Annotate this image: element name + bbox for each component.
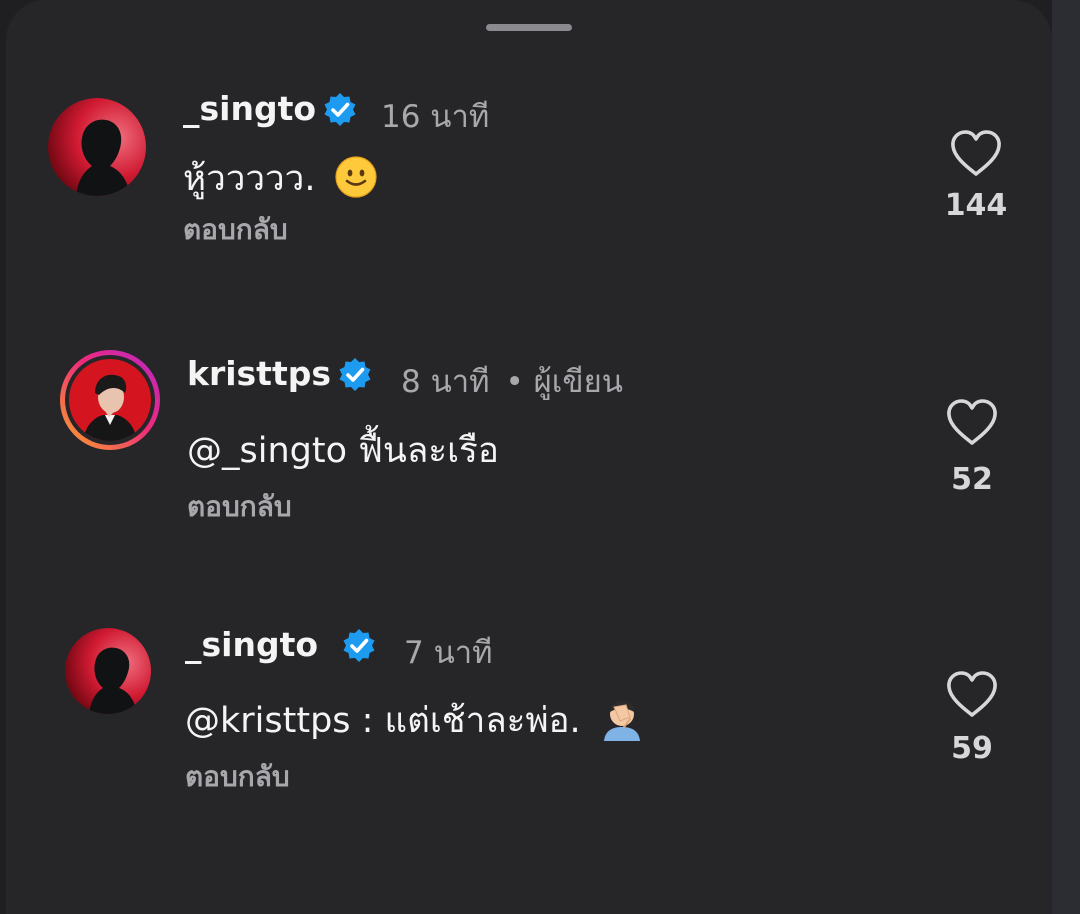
avatar[interactable]	[65, 628, 151, 714]
verified-badge-icon	[343, 629, 375, 662]
comment-body[interactable]: _singto ฟื้นละเรือ	[222, 431, 499, 471]
comment-time: 8 นาที • ผู้เขียน	[401, 356, 623, 406]
reply-button[interactable]: ตอบกลับ	[187, 485, 292, 529]
comment-item: _singto 7 นาที @kristtps : แต่เช้าละพ่อ.…	[0, 0, 1080, 793]
like-count: 59	[951, 731, 993, 766]
comment-time: 7 นาที	[404, 635, 493, 671]
comment-username[interactable]: _singto	[185, 625, 318, 664]
author-tag: • ผู้เขียน	[505, 364, 623, 400]
heart-outline-icon[interactable]	[944, 669, 1000, 719]
comment-body[interactable]: kristtps : แต่เช้าละพ่อ.	[220, 701, 581, 741]
comment-time-value: 8 นาที	[401, 364, 490, 400]
heart-outline-icon[interactable]	[944, 397, 1000, 447]
mention-at-sign: @	[185, 701, 220, 741]
reply-button[interactable]: ตอบกลับ	[183, 208, 288, 252]
comment-text: @_singto ฟื้นละเรือ	[187, 423, 499, 478]
comment-text: @kristtps : แต่เช้าละพ่อ.	[185, 693, 644, 748]
comment-username[interactable]: kristtps	[187, 354, 331, 393]
mention-at-sign: @	[187, 431, 222, 471]
avatar[interactable]	[69, 359, 151, 441]
face-palm-icon	[603, 700, 640, 741]
verified-badge-icon	[339, 358, 371, 391]
like-count: 52	[951, 462, 993, 497]
reply-button[interactable]: ตอบกลับ	[185, 755, 290, 799]
